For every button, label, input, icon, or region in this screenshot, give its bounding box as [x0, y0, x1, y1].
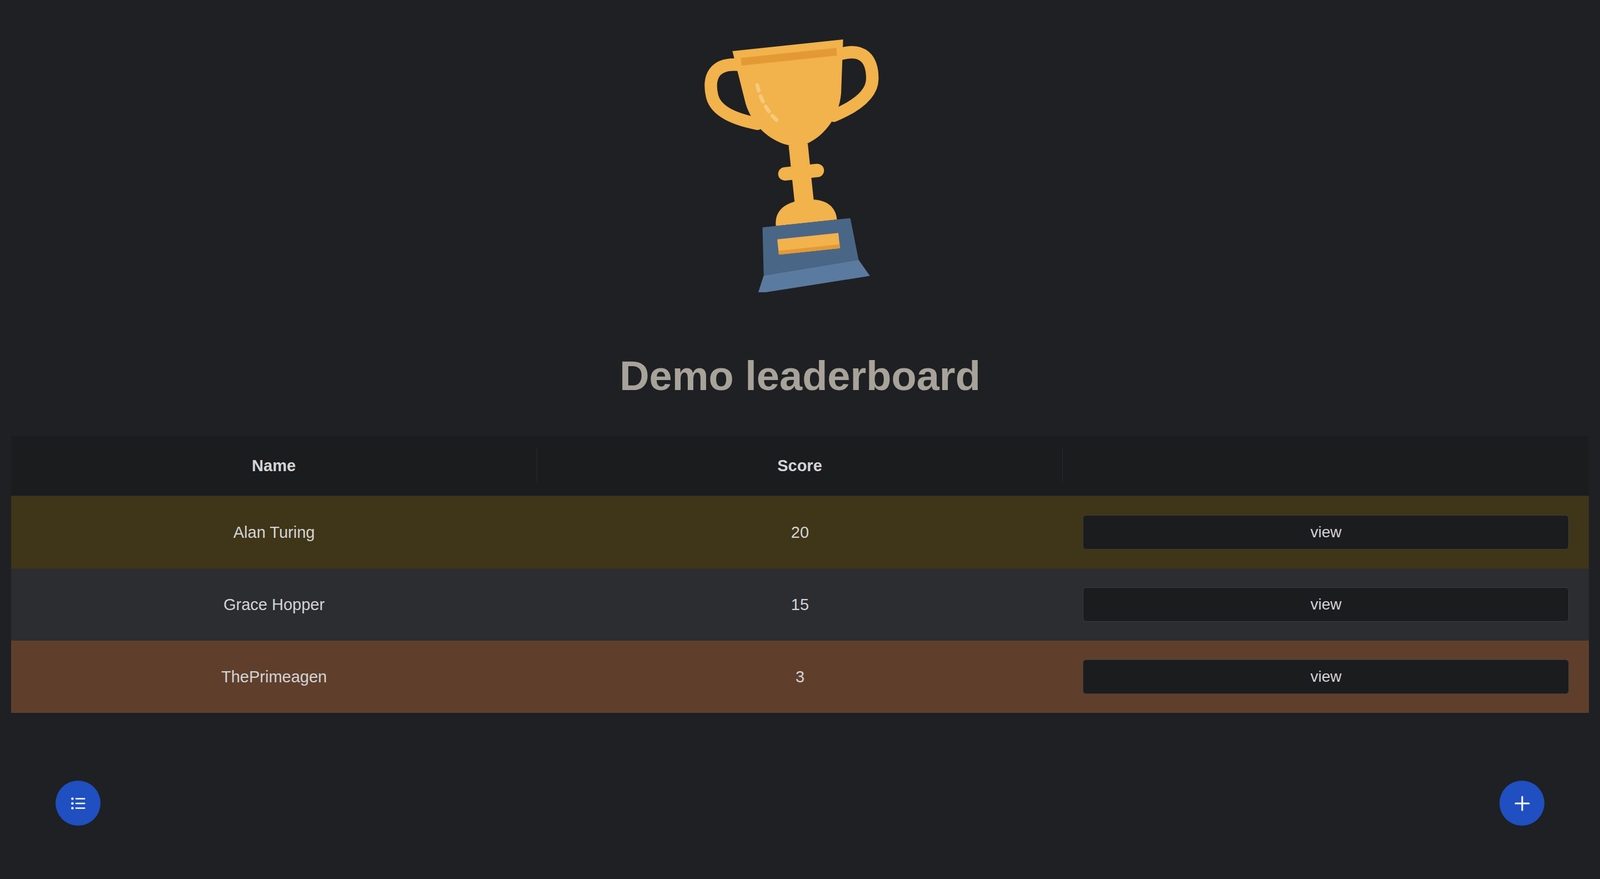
column-header: Score: [537, 448, 1064, 484]
leaderboard-page: Demo leaderboardNameScoreAlan Turing20vi…: [0, 0, 1600, 879]
action-cell: view: [1062, 640, 1589, 713]
plus-icon: [1512, 793, 1533, 814]
list-icon: [68, 793, 88, 813]
leaderboard-table: NameScoreAlan Turing20viewGrace Hopper15…: [11, 436, 1589, 713]
action-cell: view: [1062, 568, 1589, 641]
action-cell: view: [1062, 496, 1589, 569]
view-button[interactable]: view: [1082, 587, 1569, 622]
trophy: [694, 31, 906, 293]
list-button[interactable]: [55, 780, 101, 826]
trophy-icon: [694, 31, 906, 293]
score-cell: 15: [537, 568, 1064, 641]
name-cell: Alan Turing: [11, 496, 538, 569]
score-cell: 3: [537, 640, 1064, 713]
table-row: Grace Hopper15 view: [11, 568, 1589, 641]
table-row: Alan Turing20 view: [11, 496, 1589, 569]
add-button[interactable]: [1499, 780, 1545, 826]
view-button[interactable]: view: [1082, 659, 1569, 694]
column-header: [1062, 436, 1589, 496]
page-title: Demo leaderboard: [619, 353, 981, 399]
name-cell: ThePrimeagen: [11, 640, 538, 713]
column-header: Name: [11, 448, 538, 484]
name-cell: Grace Hopper: [11, 568, 538, 641]
score-cell: 20: [537, 496, 1064, 569]
view-button[interactable]: view: [1082, 515, 1569, 550]
table-header: NameScore: [11, 436, 1589, 497]
table-row: ThePrimeagen3 view: [11, 640, 1589, 713]
